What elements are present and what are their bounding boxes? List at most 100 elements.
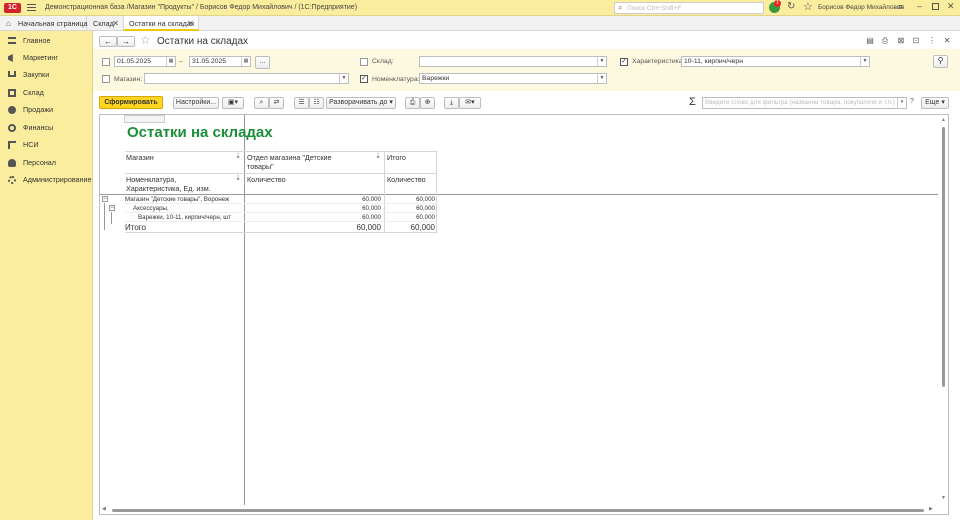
horizontal-scroll-thumb[interactable] xyxy=(112,509,924,512)
sort-icon[interactable]: ⇣ xyxy=(373,152,383,162)
horizontal-scrollbar[interactable]: ◀ ▶ xyxy=(100,505,938,514)
collapse-groups-button[interactable]: ☰ xyxy=(294,97,309,109)
find-button[interactable]: ⌕ xyxy=(254,97,269,109)
settings-button[interactable]: Настройки... xyxy=(173,97,219,109)
more-button[interactable]: Еще ▾ xyxy=(921,97,949,109)
expand-groups-button[interactable]: ☷ xyxy=(309,97,324,109)
close-tab-icon[interactable]: ✕ xyxy=(187,16,194,31)
sidebar-item-nsi[interactable]: НСИ xyxy=(0,137,93,153)
title-bar: 1C Демонстрационная база /Магазин "Проду… xyxy=(0,0,960,16)
help-button[interactable]: ? xyxy=(910,98,914,105)
report-document: Остатки на складах Магазин ⇣ Отдел магаз… xyxy=(99,114,949,515)
chevron-down-icon[interactable]: ▼ xyxy=(339,74,348,83)
app-logo-icon[interactable]: 1C xyxy=(4,3,21,13)
expand-to-button[interactable]: Разворачивать до ▾ xyxy=(326,97,396,109)
period-select-button[interactable]: ... xyxy=(255,56,270,69)
sidebar-item-admin[interactable]: Администрирование xyxy=(0,172,93,188)
table-row[interactable]: Варежки, 10-11, кирпич/черн, шт 60,000 6… xyxy=(125,213,437,222)
forward-button[interactable]: → xyxy=(117,36,135,47)
header-nomenclature-line1: Номенклатура, xyxy=(126,175,177,184)
coin-icon xyxy=(8,124,16,132)
sidebar-item-main[interactable]: Главное xyxy=(0,33,93,49)
chevron-down-icon[interactable]: ▼ xyxy=(597,57,606,66)
close-form-icon[interactable]: ✕ xyxy=(942,36,952,46)
tab-home[interactable]: ⌂ Начальная страница xyxy=(0,16,88,31)
cart-icon xyxy=(8,71,16,77)
chevron-down-icon[interactable]: ▼ xyxy=(597,74,606,83)
global-search-input[interactable]: ⌕ Поиск Ctrl+Shift+F xyxy=(614,2,764,14)
date-to-field[interactable]: 31.05.2025 ▦ xyxy=(189,56,251,67)
report-settings-icon[interactable]: ▤ xyxy=(865,36,875,46)
date-from-field[interactable]: 01.05.2025 ▦ xyxy=(114,56,176,67)
header-dept-line1: Отдел магазина "Детские xyxy=(247,153,332,162)
restore-icon[interactable] xyxy=(932,3,939,10)
save-button[interactable]: ⤓ xyxy=(444,97,459,109)
sidebar-item-marketing[interactable]: Маркетинг xyxy=(0,50,93,66)
sidebar-item-sales[interactable]: Продажи xyxy=(0,102,93,118)
sidebar-item-personnel[interactable]: Персонал xyxy=(0,155,93,171)
main-menu-icon[interactable] xyxy=(27,3,36,12)
variants-button[interactable]: ▣▾ xyxy=(222,97,244,109)
header-nomenclature-line2: Характеристика, Ед. изм. xyxy=(126,184,211,193)
minimize-icon[interactable]: – xyxy=(917,1,922,11)
nomenclature-label: Номенклатура: xyxy=(372,76,420,83)
sort-icon[interactable]: ⇣ xyxy=(233,152,243,162)
total-row[interactable]: Итого 60,000 60,000 xyxy=(125,222,437,233)
gear-icon xyxy=(8,176,16,184)
print-button[interactable]: ⎙ xyxy=(405,97,420,109)
menu-icon xyxy=(8,37,16,44)
characteristic-field[interactable]: 10-11, кирпич/черн ▼ xyxy=(681,56,870,67)
list-icon xyxy=(8,141,16,149)
find-next-button[interactable]: ⇄ xyxy=(269,97,284,109)
sidebar-item-finance[interactable]: Финансы xyxy=(0,120,93,136)
sidebar-item-purchases[interactable]: Закупки xyxy=(0,67,93,83)
chevron-down-icon[interactable]: ▼ xyxy=(860,57,869,66)
calendar-icon[interactable]: ▦ xyxy=(241,57,250,66)
sort-icon[interactable]: ⇣ xyxy=(233,174,243,184)
dropdown-icon[interactable]: ▾ xyxy=(897,98,906,108)
group-collapse-icon[interactable]: − xyxy=(109,205,115,211)
store-field[interactable]: ▼ xyxy=(144,73,349,84)
characteristic-checkbox[interactable]: ✓ xyxy=(620,58,628,66)
group-collapse-icon[interactable]: − xyxy=(102,196,108,202)
preview-button[interactable]: ⊕ xyxy=(420,97,435,109)
user-name[interactable]: Борисов Федор Михайлович xyxy=(818,4,904,11)
generate-button[interactable]: Сформировать xyxy=(99,96,163,109)
sidebar-item-label: Продажи xyxy=(23,105,54,114)
link-icon[interactable]: ⊡ xyxy=(911,36,921,46)
settings-menu-icon[interactable]: ≡ xyxy=(898,2,903,12)
back-button[interactable]: ← xyxy=(99,36,117,47)
nomenclature-field[interactable]: Варежки ▼ xyxy=(419,73,607,84)
tab-stock-balances[interactable]: Остатки на складах ✕ xyxy=(124,16,199,31)
print-icon[interactable]: ⎙ xyxy=(880,36,890,46)
history-icon[interactable]: ↻ xyxy=(787,1,795,12)
vertical-scrollbar[interactable]: ▲ ▼ xyxy=(938,115,948,505)
favorite-star-icon[interactable]: ☆ xyxy=(140,33,151,47)
zoom-icon[interactable]: ⊠ xyxy=(896,36,906,46)
sum-icon[interactable]: Σ xyxy=(689,96,696,108)
more-actions-icon[interactable]: ⋮ xyxy=(927,36,937,46)
close-window-icon[interactable]: ✕ xyxy=(947,1,955,12)
filter-settings-button[interactable]: ⚲ xyxy=(933,55,948,68)
row-label: Магазин "Детские товары", Воронеж xyxy=(125,196,230,203)
nomenclature-checkbox[interactable]: ✓ xyxy=(360,75,368,83)
send-button[interactable]: ✉▾ xyxy=(459,97,481,109)
notification-badge: 1 xyxy=(774,0,781,7)
report-filter-input[interactable]: Введите слово для фильтра (название това… xyxy=(702,97,907,109)
sidebar-item-label: Финансы xyxy=(23,123,54,132)
store-checkbox[interactable] xyxy=(102,75,110,83)
favorites-icon[interactable]: ☆ xyxy=(803,0,813,13)
table-row[interactable]: Аксессуары, 60,000 60,000 xyxy=(125,204,437,213)
calendar-icon[interactable]: ▦ xyxy=(166,57,175,66)
vertical-scroll-thumb[interactable] xyxy=(942,127,945,387)
sidebar-item-label: Склад xyxy=(23,88,44,97)
tab-warehouse[interactable]: Склад ✕ xyxy=(87,16,124,31)
warehouse-checkbox[interactable] xyxy=(360,58,368,66)
period-checkbox[interactable] xyxy=(102,58,110,66)
warehouse-field[interactable]: ▼ xyxy=(419,56,607,67)
close-tab-icon[interactable]: ✕ xyxy=(112,16,119,31)
header-total: Итого xyxy=(387,153,406,162)
table-row[interactable]: Магазин "Детские товары", Воронеж 60,000… xyxy=(125,195,437,204)
sidebar-item-warehouse[interactable]: Склад xyxy=(0,85,93,101)
sidebar-item-label: Закупки xyxy=(23,70,50,79)
